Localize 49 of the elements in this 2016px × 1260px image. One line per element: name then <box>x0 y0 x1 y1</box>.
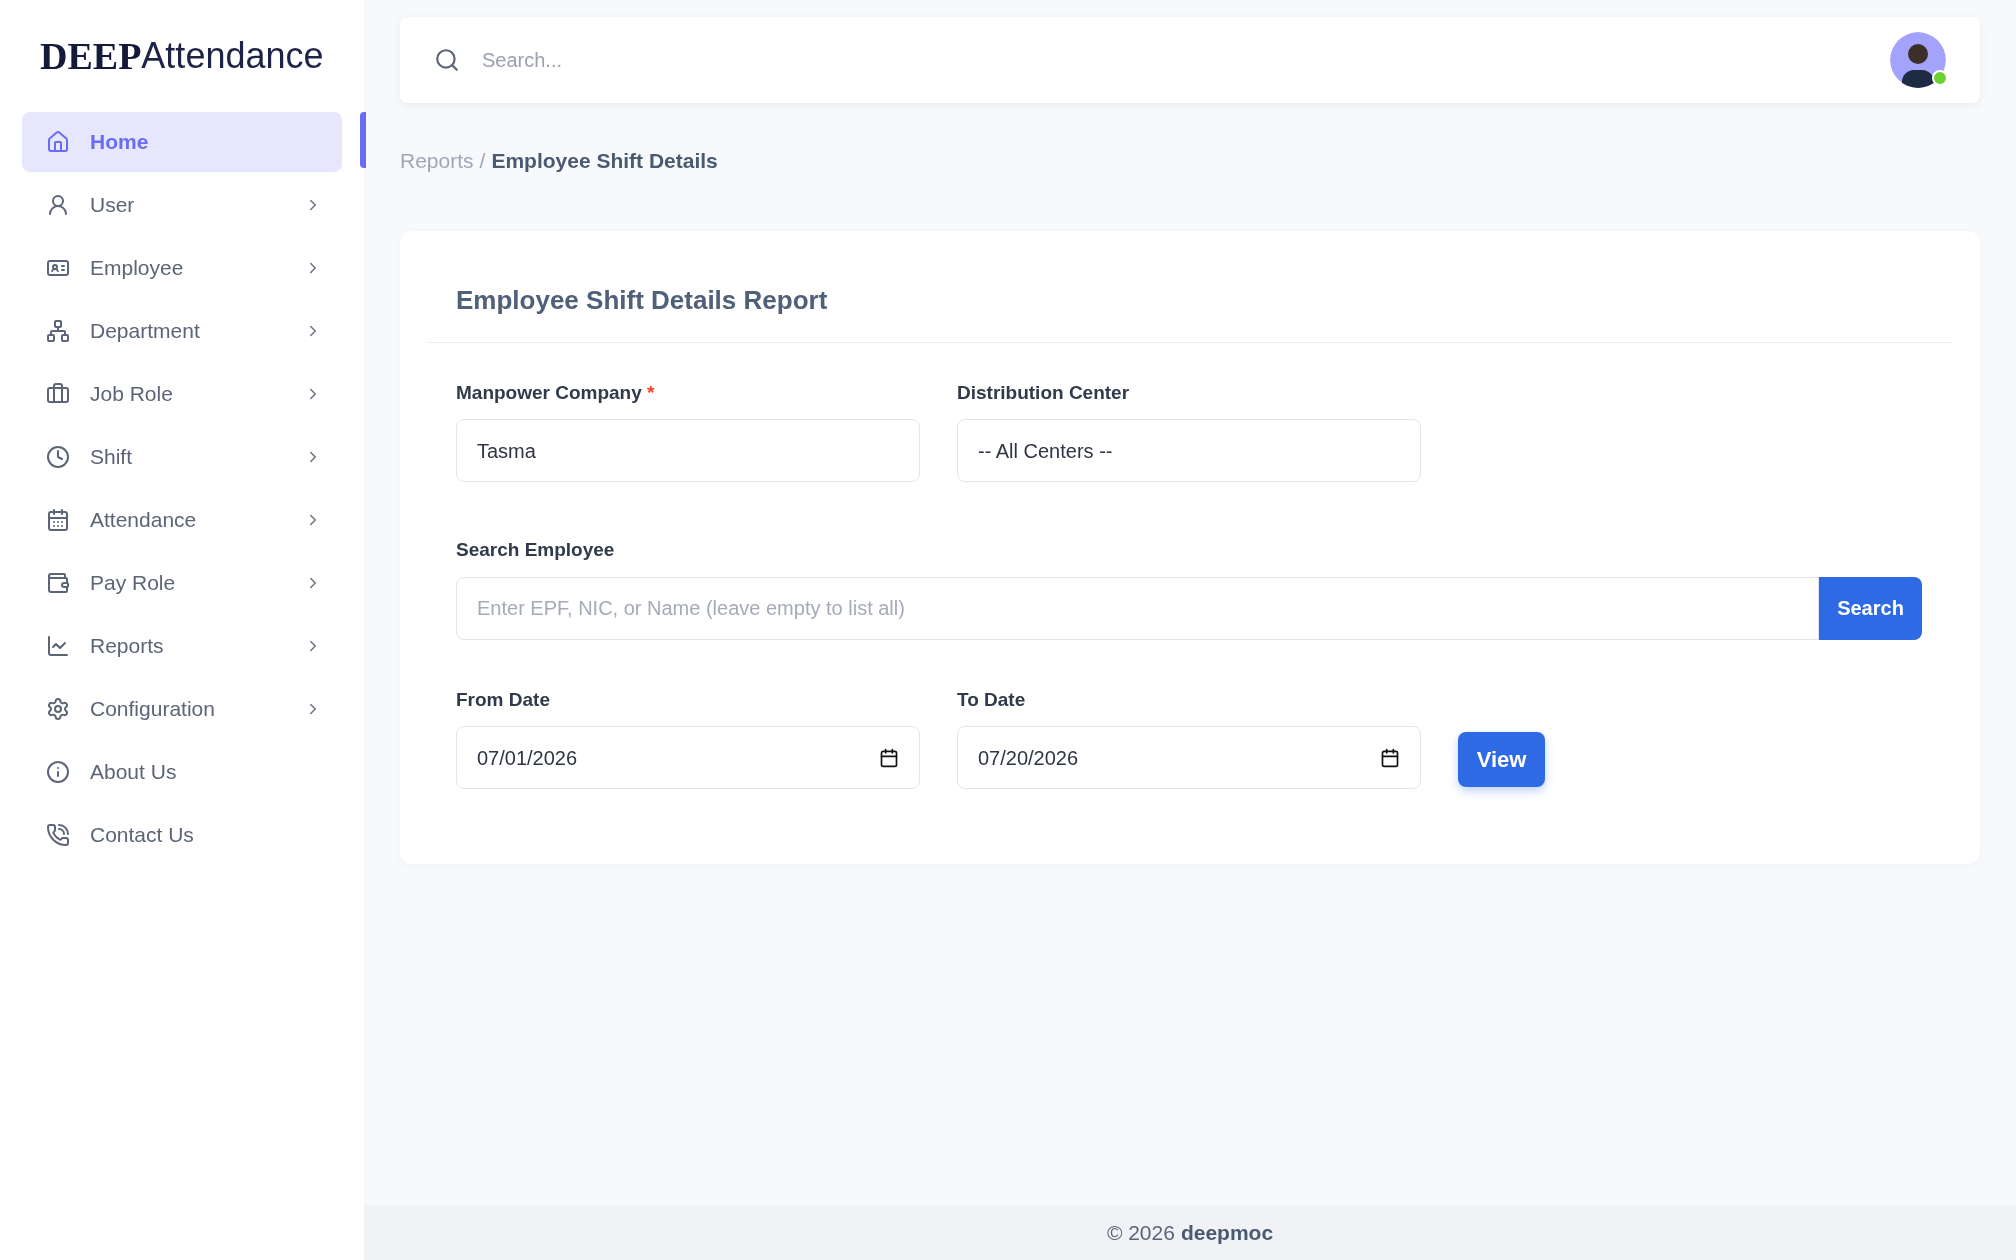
search-field[interactable]: Search... <box>400 17 1880 103</box>
breadcrumb-separator: / <box>479 148 486 174</box>
calendar-icon <box>879 747 899 768</box>
search-icon <box>434 47 460 73</box>
wallet-icon <box>46 571 70 595</box>
date-field[interactable]: 07/20/2026 <box>957 726 1421 789</box>
nav-item[interactable]: Pay Role <box>22 553 342 613</box>
field-label: From Date <box>456 687 551 712</box>
info-icon <box>46 760 70 784</box>
card-title: Employee Shift Details Report <box>456 283 829 317</box>
field-label: To Date <box>957 687 1027 712</box>
copyright-text: © 2026 <box>1106 1219 1175 1246</box>
calendar-icon <box>1380 747 1400 768</box>
field-label: Manpower Company <box>456 381 642 403</box>
nav-item[interactable]: Home <box>22 112 342 172</box>
settings-icon <box>46 697 70 721</box>
required-mark: * <box>647 381 655 403</box>
field-label: Distribution Center <box>957 380 1131 405</box>
date-field[interactable]: 07/01/2026 <box>456 726 920 789</box>
nodes-icon <box>46 319 70 343</box>
phone-icon <box>46 823 70 847</box>
nav-item[interactable]: User <box>22 175 342 235</box>
briefcase-icon <box>46 382 70 406</box>
employee-search-field[interactable]: Enter EPF, NIC, or Name (leave empty to list all) <box>456 576 1819 640</box>
brand-link[interactable]: deepmoc <box>1180 1216 1274 1249</box>
view-button[interactable]: View <box>1458 731 1545 787</box>
search-button[interactable]: Search <box>1819 576 1922 640</box>
center-select[interactable]: -- All Centers -- <box>957 419 1421 482</box>
nav-item[interactable]: Department <box>22 301 342 361</box>
avatar[interactable] <box>1890 32 1946 88</box>
logo-text: DEEP <box>40 33 142 79</box>
nav-item[interactable]: Contact Us <box>22 805 342 865</box>
nav-item[interactable]: Attendance <box>22 490 342 550</box>
user-icon <box>46 193 70 217</box>
breadcrumb-current: Employee Shift Details <box>491 148 718 174</box>
nav-item[interactable]: Configuration <box>22 679 342 739</box>
clock-icon <box>46 445 70 469</box>
nav-item[interactable]: Employee <box>22 238 342 298</box>
company-select[interactable]: Tasma <box>456 419 920 482</box>
logo-text: Attendance <box>141 34 324 78</box>
calendar-icon <box>46 508 70 532</box>
nav-item[interactable]: Reports <box>22 616 342 676</box>
home-icon <box>46 130 70 154</box>
field-label: Search Employee <box>456 538 616 562</box>
nav-item[interactable]: Job Role <box>22 364 342 424</box>
nav-item[interactable]: About Us <box>22 742 342 802</box>
active-indicator <box>360 112 366 168</box>
line-chart-icon <box>46 634 70 658</box>
nav-item[interactable]: Shift <box>22 427 342 487</box>
